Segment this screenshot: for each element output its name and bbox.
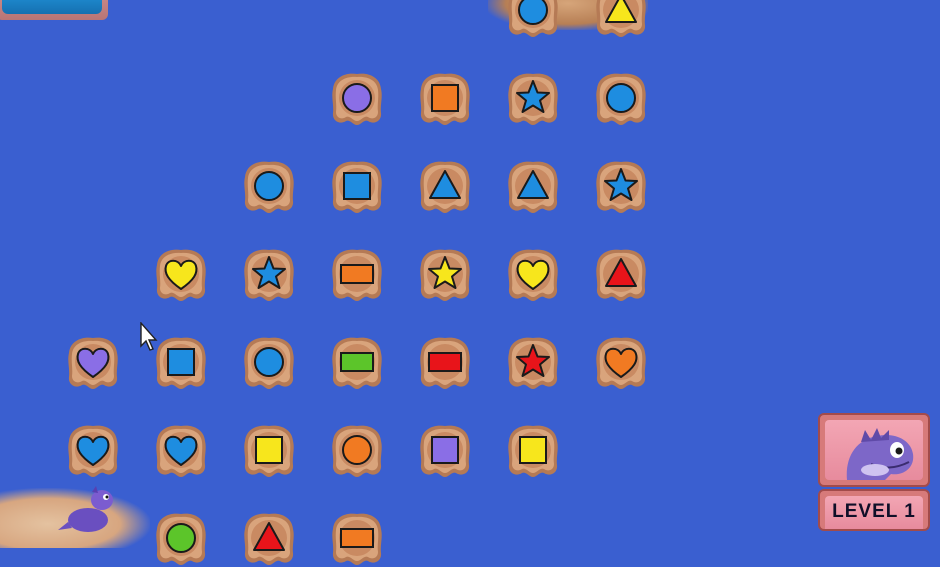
square-icon <box>431 436 459 464</box>
tile-yellow-square[interactable] <box>242 423 296 479</box>
circle-icon <box>254 171 284 201</box>
circle-icon <box>342 435 372 465</box>
circle-icon <box>166 523 196 553</box>
level-button[interactable]: LEVEL 1 <box>818 489 930 531</box>
tile-orange-square[interactable] <box>418 71 472 127</box>
tile-blue-star[interactable] <box>242 247 296 303</box>
tile-yellow-square[interactable] <box>506 423 560 479</box>
tile-blue-circle[interactable] <box>242 335 296 391</box>
circle-icon <box>342 83 372 113</box>
game-board <box>0 0 940 565</box>
tile-blue-square[interactable] <box>330 159 384 215</box>
tile-blue-star[interactable] <box>506 71 560 127</box>
tile-blue-heart[interactable] <box>66 423 120 479</box>
tile-red-star[interactable] <box>506 335 560 391</box>
rectangle-icon <box>340 528 374 548</box>
tile-orange-circle[interactable] <box>330 423 384 479</box>
tile-yellow-star[interactable] <box>418 247 472 303</box>
tile-green-circle[interactable] <box>154 511 208 567</box>
mouse-cursor-icon <box>140 322 158 351</box>
tile-blue-triangle[interactable] <box>418 159 472 215</box>
tile-blue-star[interactable] <box>594 159 648 215</box>
circle-icon <box>606 83 636 113</box>
rectangle-icon <box>340 264 374 284</box>
purple-dinosaur-icon <box>846 428 914 480</box>
tile-yellow-heart[interactable] <box>154 247 208 303</box>
rectangle-icon <box>428 352 462 372</box>
tile-yellow-heart[interactable] <box>506 247 560 303</box>
tile-blue-triangle[interactable] <box>506 159 560 215</box>
character-portrait-button[interactable] <box>818 413 930 487</box>
tile-purple-heart[interactable] <box>66 335 120 391</box>
circle-icon <box>254 347 284 377</box>
tile-purple-square[interactable] <box>418 423 472 479</box>
square-icon <box>519 436 547 464</box>
tile-blue-circle[interactable] <box>594 71 648 127</box>
tile-orange-rectangle[interactable] <box>330 247 384 303</box>
character-portrait <box>825 420 923 480</box>
tile-purple-circle[interactable] <box>330 71 384 127</box>
tile-orange-heart[interactable] <box>594 335 648 391</box>
square-icon <box>255 436 283 464</box>
square-icon <box>431 84 459 112</box>
tile-blue-square[interactable] <box>154 335 208 391</box>
tile-yellow-triangle[interactable] <box>594 0 648 39</box>
circle-icon <box>518 0 548 25</box>
tile-red-triangle[interactable] <box>594 247 648 303</box>
square-icon <box>343 172 371 200</box>
tile-green-rectangle[interactable] <box>330 335 384 391</box>
tile-red-rectangle[interactable] <box>418 335 472 391</box>
level-label: LEVEL 1 <box>825 496 923 529</box>
tile-red-triangle[interactable] <box>242 511 296 567</box>
tile-blue-heart[interactable] <box>154 423 208 479</box>
tile-blue-circle[interactable] <box>506 0 560 39</box>
square-icon <box>167 348 195 376</box>
tile-orange-rectangle[interactable] <box>330 511 384 567</box>
tile-blue-circle[interactable] <box>242 159 296 215</box>
rectangle-icon <box>340 352 374 372</box>
